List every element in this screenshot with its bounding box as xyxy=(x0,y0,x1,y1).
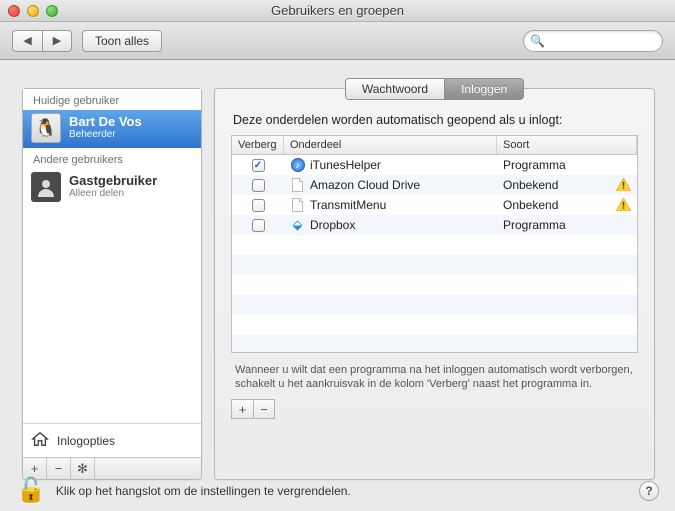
add-item-button[interactable]: + xyxy=(231,399,253,419)
house-icon xyxy=(31,430,49,451)
tab-password[interactable]: Wachtwoord xyxy=(346,79,444,99)
content: Huidige gebruiker 🐧 Bart De Vos Beheerde… xyxy=(0,60,675,511)
tabbar: Wachtwoord Inloggen xyxy=(215,78,654,100)
item-name: Dropbox xyxy=(310,218,355,232)
main-panel: Wachtwoord Inloggen Deze onderdelen word… xyxy=(214,88,655,480)
hide-checkbox[interactable] xyxy=(252,199,265,212)
kind-cell: Onbekend xyxy=(497,198,637,212)
avatar xyxy=(31,172,61,202)
item-kind: Programma xyxy=(503,218,566,232)
user-name: Gastgebruiker xyxy=(69,174,157,188)
kind-cell: Programma xyxy=(497,218,637,232)
toolbar: ◀ ▶ Toon alles 🔍 xyxy=(0,22,675,60)
zoom-button[interactable] xyxy=(46,5,58,17)
col-hide[interactable]: Verberg xyxy=(232,136,284,154)
table-row-empty xyxy=(232,295,637,315)
hide-checkbox[interactable] xyxy=(252,179,265,192)
kind-cell: Onbekend xyxy=(497,178,637,192)
hide-cell[interactable] xyxy=(232,179,284,192)
gear-icon: ✻ xyxy=(77,461,88,477)
kind-cell: Programma xyxy=(497,158,637,172)
table-buttons: + − xyxy=(231,399,638,419)
forward-button[interactable]: ▶ xyxy=(42,30,72,52)
close-button[interactable] xyxy=(8,5,20,17)
lock-row: 🔓 Klik op het hangslot om de instellinge… xyxy=(16,476,659,505)
user-role: Alleen delen xyxy=(69,188,157,200)
col-kind[interactable]: Soort xyxy=(497,136,637,154)
nav-segment: ◀ ▶ xyxy=(12,30,72,52)
item-name: TransmitMenu xyxy=(310,198,386,212)
app-icon: ♪ xyxy=(290,158,305,173)
table-row-empty xyxy=(232,335,637,352)
hint-text: Wanneer u wilt dat een programma na het … xyxy=(215,353,654,397)
unlocked-padlock-icon[interactable]: 🔓 xyxy=(16,476,46,505)
table-body: ✓ ♪ iTunesHelper Programma Amazon Cloud Driv… xyxy=(232,155,637,352)
item-kind: Onbekend xyxy=(503,178,558,192)
hide-checkbox[interactable] xyxy=(252,219,265,232)
table-row-empty xyxy=(232,235,637,255)
table-row-empty xyxy=(232,255,637,275)
table-row-empty xyxy=(232,315,637,335)
item-kind: Onbekend xyxy=(503,198,558,212)
titlebar: Gebruikers en groepen xyxy=(0,0,675,22)
user-name: Bart De Vos xyxy=(69,115,142,129)
item-cell: ♪ iTunesHelper xyxy=(284,158,497,173)
search-icon: 🔍 xyxy=(530,34,545,48)
help-button[interactable]: ? xyxy=(639,481,659,501)
item-cell: ⬙ Dropbox xyxy=(284,218,497,233)
search-wrap: 🔍 xyxy=(523,30,663,52)
sidebar-item-guest[interactable]: Gastgebruiker Alleen delen xyxy=(23,169,201,207)
app-icon: ⬙ xyxy=(290,218,305,233)
table-row[interactable]: ⬙ Dropbox Programma xyxy=(232,215,637,235)
login-options-row[interactable]: Inlogopties xyxy=(23,423,201,457)
item-name: iTunesHelper xyxy=(310,158,381,172)
warning-icon xyxy=(616,178,631,192)
back-button[interactable]: ◀ xyxy=(12,30,42,52)
item-cell: Amazon Cloud Drive xyxy=(284,178,497,193)
col-item[interactable]: Onderdeel xyxy=(284,136,497,154)
app-icon xyxy=(290,198,305,213)
login-options-label: Inlogopties xyxy=(57,434,115,448)
sidebar-item-current-user[interactable]: 🐧 Bart De Vos Beheerder xyxy=(23,110,201,148)
hide-cell[interactable] xyxy=(232,219,284,232)
window-title: Gebruikers en groepen xyxy=(0,3,675,18)
user-role: Beheerder xyxy=(69,129,142,141)
tab-login-items[interactable]: Inloggen xyxy=(444,79,523,99)
table-header: Verberg Onderdeel Soort xyxy=(232,136,637,155)
chevron-left-icon: ◀ xyxy=(23,34,31,47)
table-row[interactable]: Amazon Cloud Drive Onbekend xyxy=(232,175,637,195)
table-row[interactable]: TransmitMenu Onbekend xyxy=(232,195,637,215)
avatar: 🐧 xyxy=(31,113,61,143)
item-cell: TransmitMenu xyxy=(284,198,497,213)
minimize-button[interactable] xyxy=(27,5,39,17)
show-all-button[interactable]: Toon alles xyxy=(82,30,162,52)
lock-text: Klik op het hangslot om de instellingen … xyxy=(56,484,351,498)
hide-cell[interactable] xyxy=(232,199,284,212)
table-row-empty xyxy=(232,275,637,295)
hide-checkbox[interactable]: ✓ xyxy=(252,159,265,172)
item-kind: Programma xyxy=(503,158,566,172)
other-users-header: Andere gebruikers xyxy=(23,148,201,169)
hide-cell[interactable]: ✓ xyxy=(232,159,284,172)
table-row[interactable]: ✓ ♪ iTunesHelper Programma xyxy=(232,155,637,175)
window-controls xyxy=(8,5,58,17)
remove-item-button[interactable]: − xyxy=(253,399,275,419)
current-user-header: Huidige gebruiker xyxy=(23,89,201,110)
user-sidebar: Huidige gebruiker 🐧 Bart De Vos Beheerde… xyxy=(22,88,202,480)
item-name: Amazon Cloud Drive xyxy=(310,178,420,192)
login-items-table: Verberg Onderdeel Soort ✓ ♪ iTunesHelper Pr… xyxy=(231,135,638,353)
warning-icon xyxy=(616,198,631,212)
app-icon xyxy=(290,178,305,193)
chevron-right-icon: ▶ xyxy=(53,34,61,47)
